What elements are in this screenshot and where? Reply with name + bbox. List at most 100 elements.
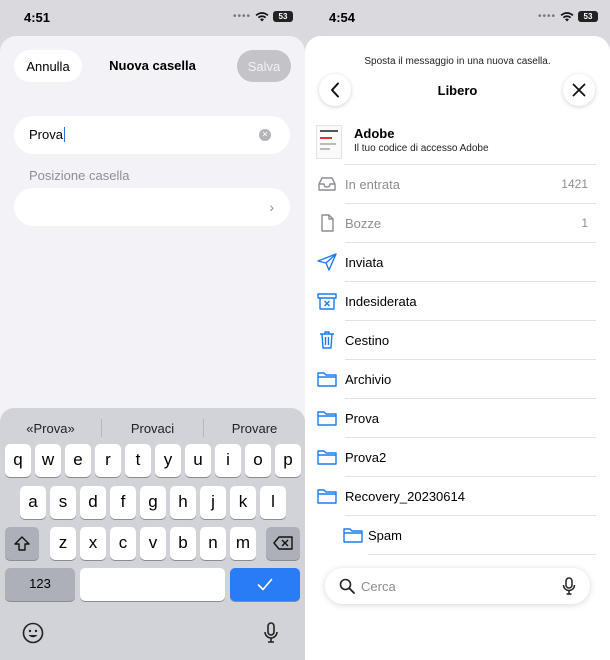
keyboard-row-1: q w e r t y u i o p <box>0 444 305 477</box>
message-thumbnail <box>316 125 342 159</box>
mailbox-position-label: Posizione casella <box>29 168 130 183</box>
key-y[interactable]: y <box>155 444 181 477</box>
draft-icon <box>321 214 334 232</box>
folder-label: Recovery_20230614 <box>345 489 465 504</box>
emoji-icon <box>22 622 44 644</box>
key-a[interactable]: a <box>20 486 46 519</box>
folder-label: Cestino <box>345 333 390 348</box>
back-button[interactable] <box>319 74 351 106</box>
chevron-left-icon <box>331 82 339 98</box>
backspace-icon <box>273 536 293 550</box>
key-h[interactable]: h <box>170 486 196 519</box>
mailbox-name-value: Prova <box>29 127 66 142</box>
shift-key[interactable] <box>5 527 39 560</box>
checkmark-icon <box>257 578 273 591</box>
sent-icon <box>317 253 337 271</box>
signal-icon: •••• <box>232 11 251 22</box>
key-m[interactable]: m <box>230 527 256 560</box>
suggestion-item[interactable]: Provaci <box>102 421 203 436</box>
status-bar: 4:51 •••• 53 <box>0 0 305 36</box>
folder-icon <box>317 489 337 504</box>
cancel-button[interactable]: Annulla <box>14 50 82 82</box>
key-c[interactable]: c <box>110 527 136 560</box>
suggestion-item[interactable]: «Prova» <box>0 421 101 436</box>
key-j[interactable]: j <box>200 486 226 519</box>
key-n[interactable]: n <box>200 527 226 560</box>
status-icons: •••• 53 <box>538 11 598 22</box>
key-z[interactable]: z <box>50 527 76 560</box>
folder-item-prova2[interactable]: Prova2 <box>305 438 610 477</box>
return-key[interactable] <box>230 568 300 601</box>
move-message-sheet: Sposta il messaggio in una nuova casella… <box>305 36 610 660</box>
folder-label: In entrata <box>345 177 400 192</box>
message-sender: Adobe <box>354 126 395 141</box>
status-time: 4:54 <box>329 10 356 25</box>
emoji-key[interactable] <box>21 622 45 646</box>
message-subject: Il tuo codice di accesso Adobe <box>354 143 489 154</box>
delete-key[interactable] <box>266 527 300 560</box>
folder-item-archivio[interactable]: Archivio <box>305 360 610 399</box>
key-u[interactable]: u <box>185 444 211 477</box>
folder-icon <box>317 372 337 387</box>
mailbox-position-selector[interactable]: › <box>14 188 290 226</box>
folder-item-recovery[interactable]: Recovery_20230614 <box>305 477 610 516</box>
key-g[interactable]: g <box>140 486 166 519</box>
sheet-subtitle: Sposta il messaggio in una nuova casella… <box>364 56 551 67</box>
key-x[interactable]: x <box>80 527 106 560</box>
clear-text-icon[interactable]: ✕ <box>259 129 271 141</box>
key-f[interactable]: f <box>110 486 136 519</box>
search-icon <box>339 578 355 594</box>
key-o[interactable]: o <box>245 444 271 477</box>
mailbox-name-input[interactable]: Prova ✕ <box>14 116 290 154</box>
keyboard: «Prova» Provaci Provare q w e r t y u i … <box>0 408 305 660</box>
wifi-icon <box>255 12 269 22</box>
key-t[interactable]: t <box>125 444 151 477</box>
key-r[interactable]: r <box>95 444 121 477</box>
key-i[interactable]: i <box>215 444 241 477</box>
suggestion-item[interactable]: Provare <box>204 421 305 436</box>
folder-item-cestino[interactable]: Cestino <box>305 321 610 360</box>
keyboard-row-4: 123 <box>0 568 305 601</box>
status-bar: 4:54 •••• 53 <box>305 0 610 36</box>
folder-item-bozze[interactable]: Bozze 1 <box>305 204 610 243</box>
search-bar[interactable]: Cerca <box>325 568 590 604</box>
status-time: 4:51 <box>24 10 51 25</box>
folder-item-prova[interactable]: Prova <box>305 399 610 438</box>
microphone-icon[interactable] <box>562 577 576 595</box>
folder-label: Archivio <box>345 372 392 387</box>
thumbnail-line <box>320 148 330 150</box>
key-s[interactable]: s <box>50 486 76 519</box>
thumbnail-line <box>320 130 338 132</box>
key-v[interactable]: v <box>140 527 166 560</box>
chevron-right-icon: › <box>269 199 274 215</box>
folder-icon <box>317 450 337 465</box>
space-key[interactable] <box>80 568 225 601</box>
folder-label: Spam <box>368 528 402 543</box>
suggestion-bar: «Prova» Provaci Provare <box>0 413 305 443</box>
right-screen: 4:54 •••• 53 Sposta il messaggio in una … <box>305 0 610 660</box>
divider <box>368 554 596 555</box>
battery-icon: 53 <box>273 11 293 22</box>
folder-item-inviata[interactable]: Inviata <box>305 243 610 282</box>
key-e[interactable]: e <box>65 444 91 477</box>
folder-item-indesiderata[interactable]: Indesiderata <box>305 282 610 321</box>
key-q[interactable]: q <box>5 444 31 477</box>
close-button[interactable] <box>563 74 595 106</box>
key-l[interactable]: l <box>260 486 286 519</box>
signal-icon: •••• <box>537 11 556 22</box>
folder-label: Prova <box>345 411 379 426</box>
trash-icon <box>320 331 334 349</box>
numbers-key[interactable]: 123 <box>5 568 75 601</box>
folder-item-in-entrata[interactable]: In entrata 1421 <box>305 165 610 204</box>
folder-icon <box>317 411 337 426</box>
key-b[interactable]: b <box>170 527 196 560</box>
key-p[interactable]: p <box>275 444 301 477</box>
key-d[interactable]: d <box>80 486 106 519</box>
folder-label: Bozze <box>345 216 382 231</box>
dictation-key[interactable] <box>259 622 283 646</box>
key-k[interactable]: k <box>230 486 256 519</box>
save-button[interactable]: Salva <box>237 50 291 82</box>
key-w[interactable]: w <box>35 444 61 477</box>
folder-item-spam[interactable]: Spam <box>305 516 610 555</box>
text-caret <box>63 127 66 142</box>
